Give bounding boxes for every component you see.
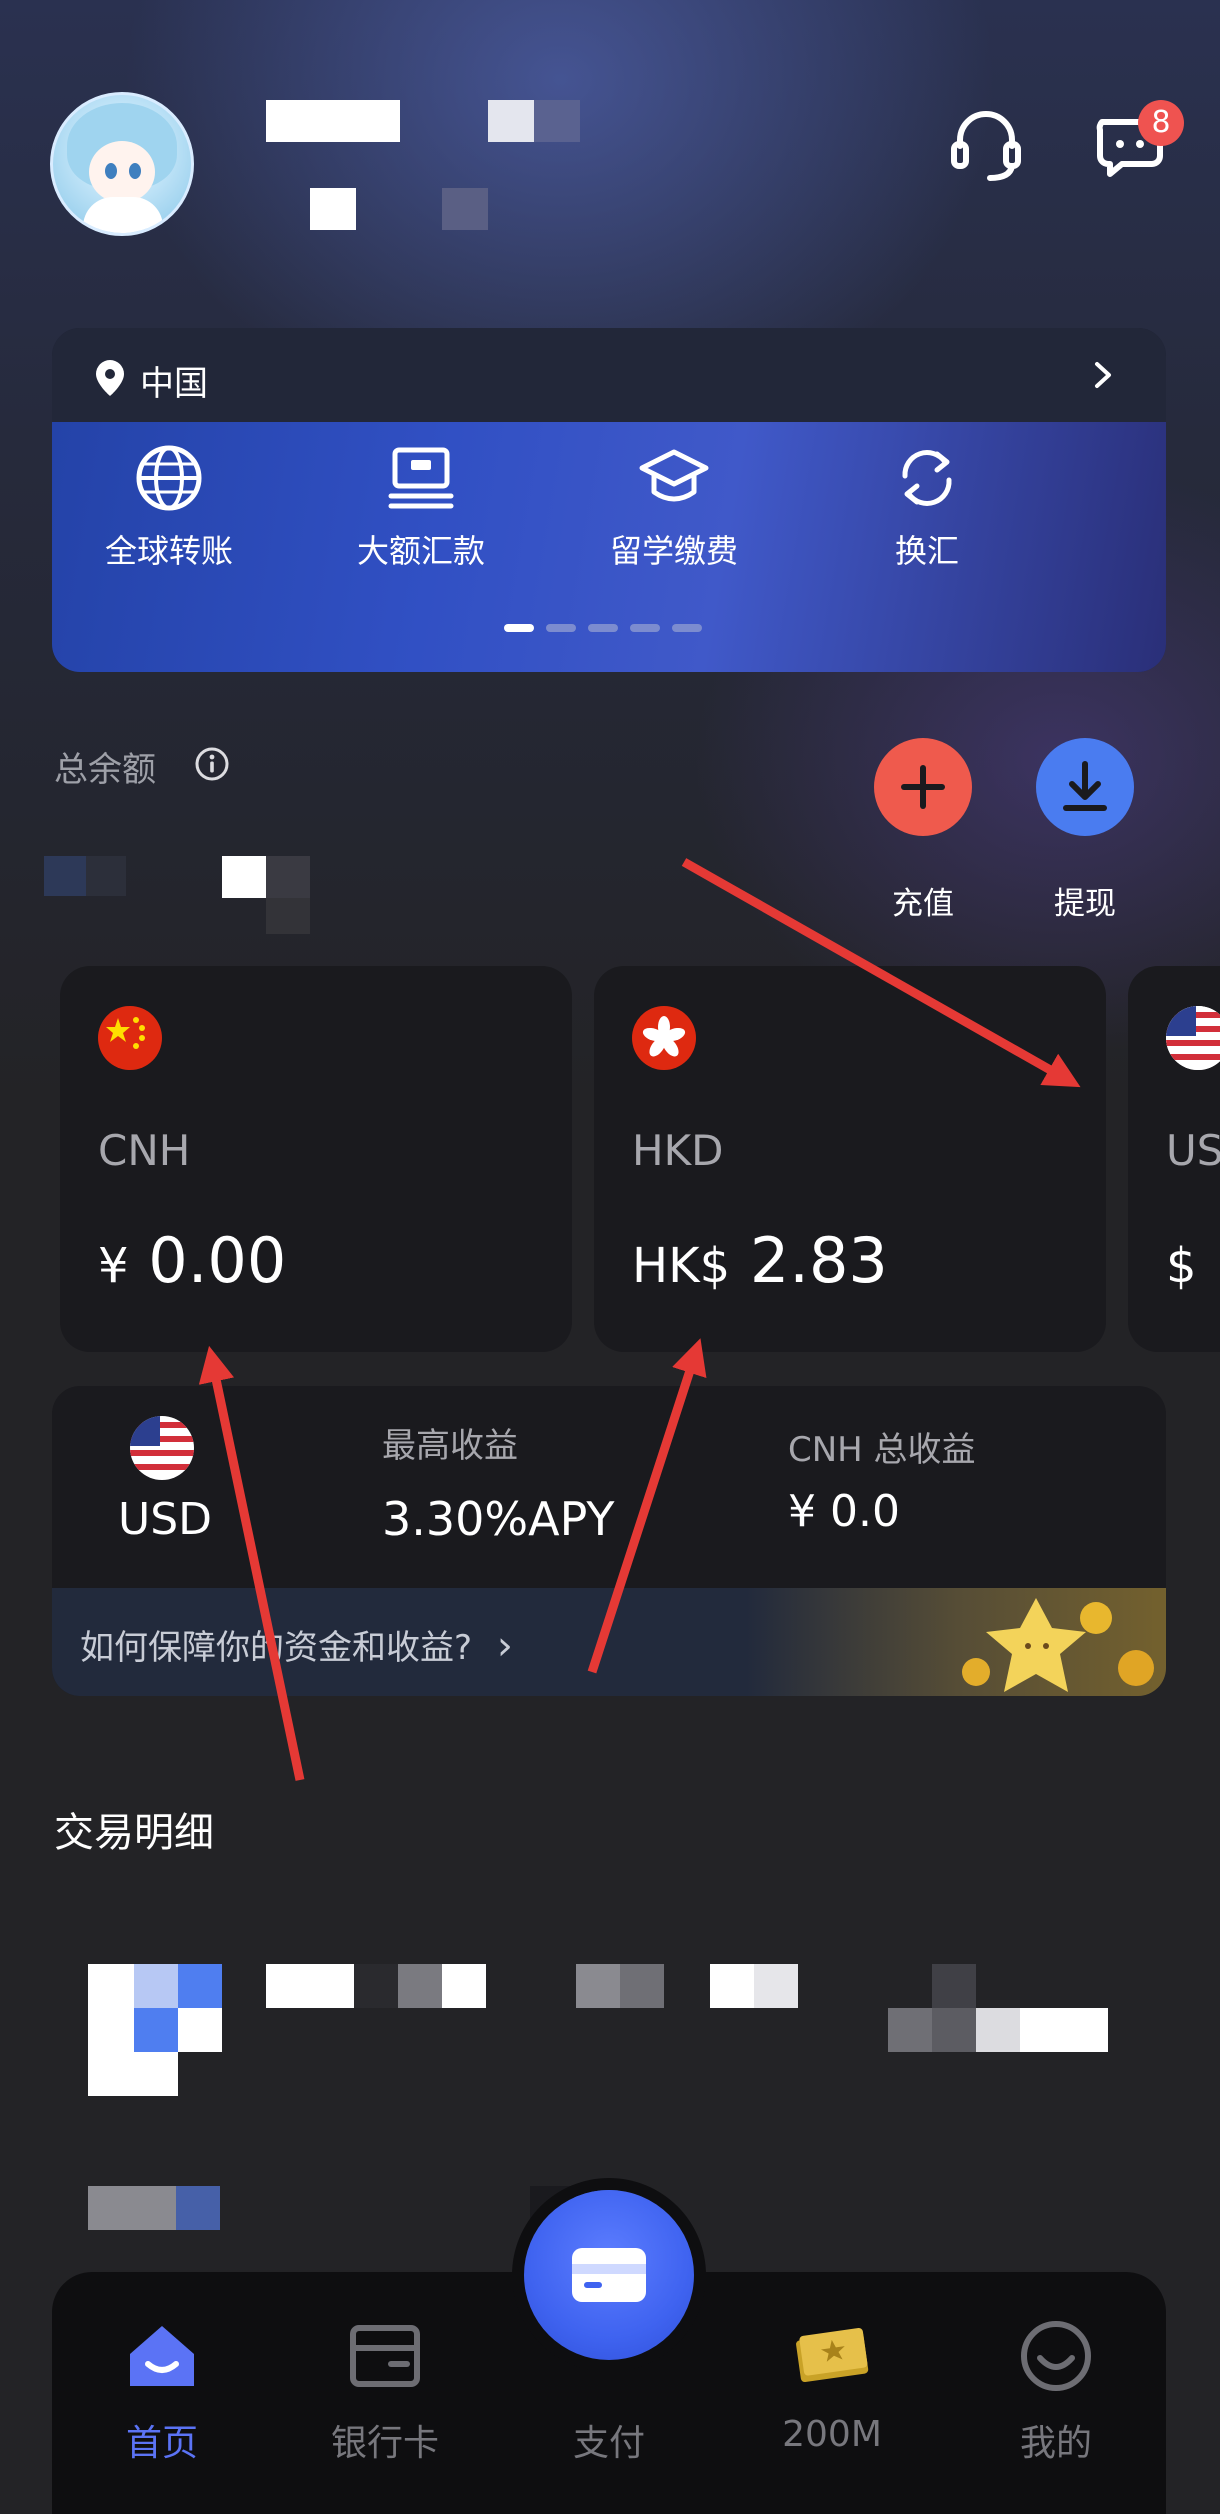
total-balance-label: 总余额 (54, 750, 156, 790)
service-tuition[interactable]: 留学缴费 (564, 442, 784, 572)
pay-card-icon (572, 2248, 646, 2302)
currency-value: 2.83 (749, 1224, 888, 1297)
service-label: 换汇 (894, 532, 959, 570)
headset-icon[interactable] (946, 104, 1026, 184)
max-yield-label: 最高收益 (382, 1426, 518, 1466)
region-bar[interactable]: 中国 (52, 328, 1166, 422)
max-yield-value: 3.30%APY (382, 1492, 615, 1546)
location-pin-icon (96, 360, 124, 396)
info-icon[interactable] (194, 746, 230, 782)
message-badge: 8 (1138, 100, 1184, 146)
hong-kong-flag-icon (632, 1006, 696, 1070)
usa-flag-icon (1166, 1006, 1220, 1070)
transactions-title: 交易明细 (54, 1810, 214, 1856)
smiley-icon (1021, 2321, 1091, 2391)
total-yield-label: CNH 总收益 (788, 1430, 976, 1470)
nav-mine[interactable]: 我的 (966, 2316, 1146, 2466)
pay-fab-button[interactable] (524, 2190, 694, 2360)
download-icon (1063, 761, 1107, 811)
currency-card-cnh[interactable]: CNH ¥ 0.00 (60, 966, 572, 1352)
service-global-transfer[interactable]: 全球转账 (59, 442, 279, 572)
nav-label: 银行卡 (330, 2423, 439, 2464)
carousel-dot (588, 624, 618, 632)
currency-symbol: HK$ (632, 1238, 731, 1294)
service-label: 大额汇款 (356, 532, 485, 570)
services-card: 中国 全球转账 大额汇款 留学缴费 换汇 (52, 328, 1166, 672)
currency-card-usd[interactable]: US $ 0 (1128, 966, 1220, 1352)
nav-label: 200M (782, 2414, 882, 2455)
top-up-label: 充值 (892, 886, 954, 922)
chevron-right-icon (1095, 362, 1111, 388)
total-yield-value: ¥ 0.0 (788, 1486, 900, 1537)
usa-flag-icon (130, 1416, 194, 1480)
nav-label: 首页 (125, 2423, 198, 2464)
carousel-dot (504, 624, 534, 632)
carousel-dot (630, 624, 660, 632)
nav-label: 我的 (1019, 2423, 1092, 2464)
large-transfer-icon (388, 447, 454, 509)
currency-card-hkd[interactable]: HKD HK$ 2.83 (594, 966, 1106, 1352)
currency-symbol: $ (1166, 1238, 1197, 1294)
avatar[interactable] (50, 92, 194, 236)
currency-value: 0.00 (148, 1224, 287, 1297)
nav-bank-card[interactable]: 银行卡 (295, 2316, 475, 2466)
currency-code: US (1166, 1126, 1220, 1175)
chevron-right-icon: › (496, 1623, 513, 1669)
service-large-transfer[interactable]: 大额汇款 (311, 442, 531, 572)
currency-amount: ¥ 0.00 (98, 1224, 286, 1297)
currency-code: HKD (632, 1126, 724, 1175)
savings-info-link[interactable]: 如何保障你的资金和收益? › (52, 1588, 1166, 1696)
currency-value: 0 (1216, 1224, 1220, 1297)
services-banner: 全球转账 大额汇款 留学缴费 换汇 (52, 422, 1166, 672)
star-mascot-icon (746, 1588, 1166, 1696)
currency-symbol: ¥ (98, 1238, 129, 1294)
nav-label: 支付 (572, 2423, 645, 2464)
ticket-icon (796, 2328, 869, 2383)
carousel-dot (672, 624, 702, 632)
home-icon (130, 2326, 194, 2386)
savings-card[interactable]: USD 最高收益 3.30%APY CNH 总收益 ¥ 0.0 如何保障你的资金… (52, 1386, 1166, 1696)
currency-amount: $ 0 (1166, 1224, 1220, 1297)
nav-home[interactable]: 首页 (72, 2316, 252, 2466)
plus-icon (901, 765, 945, 809)
top-up-button[interactable] (874, 738, 972, 836)
service-exchange[interactable]: 换汇 (817, 442, 1037, 572)
graduation-cap-icon (639, 449, 709, 502)
service-label: 全球转账 (104, 532, 233, 570)
bank-card-icon (350, 2325, 420, 2387)
china-flag-icon (98, 1006, 162, 1070)
currency-code: CNH (98, 1126, 191, 1175)
nav-200m[interactable]: 200M (742, 2316, 922, 2455)
withdraw-button[interactable] (1036, 738, 1134, 836)
region-label: 中国 (140, 364, 208, 404)
globe-icon (136, 445, 202, 511)
carousel-dot (546, 624, 576, 632)
exchange-icon (902, 450, 952, 506)
service-label: 留学缴费 (609, 532, 738, 570)
withdraw-label: 提现 (1054, 886, 1116, 922)
currency-amount: HK$ 2.83 (632, 1224, 888, 1297)
savings-info-text: 如何保障你的资金和收益? (80, 1628, 473, 1668)
savings-currency: USD (118, 1494, 213, 1545)
